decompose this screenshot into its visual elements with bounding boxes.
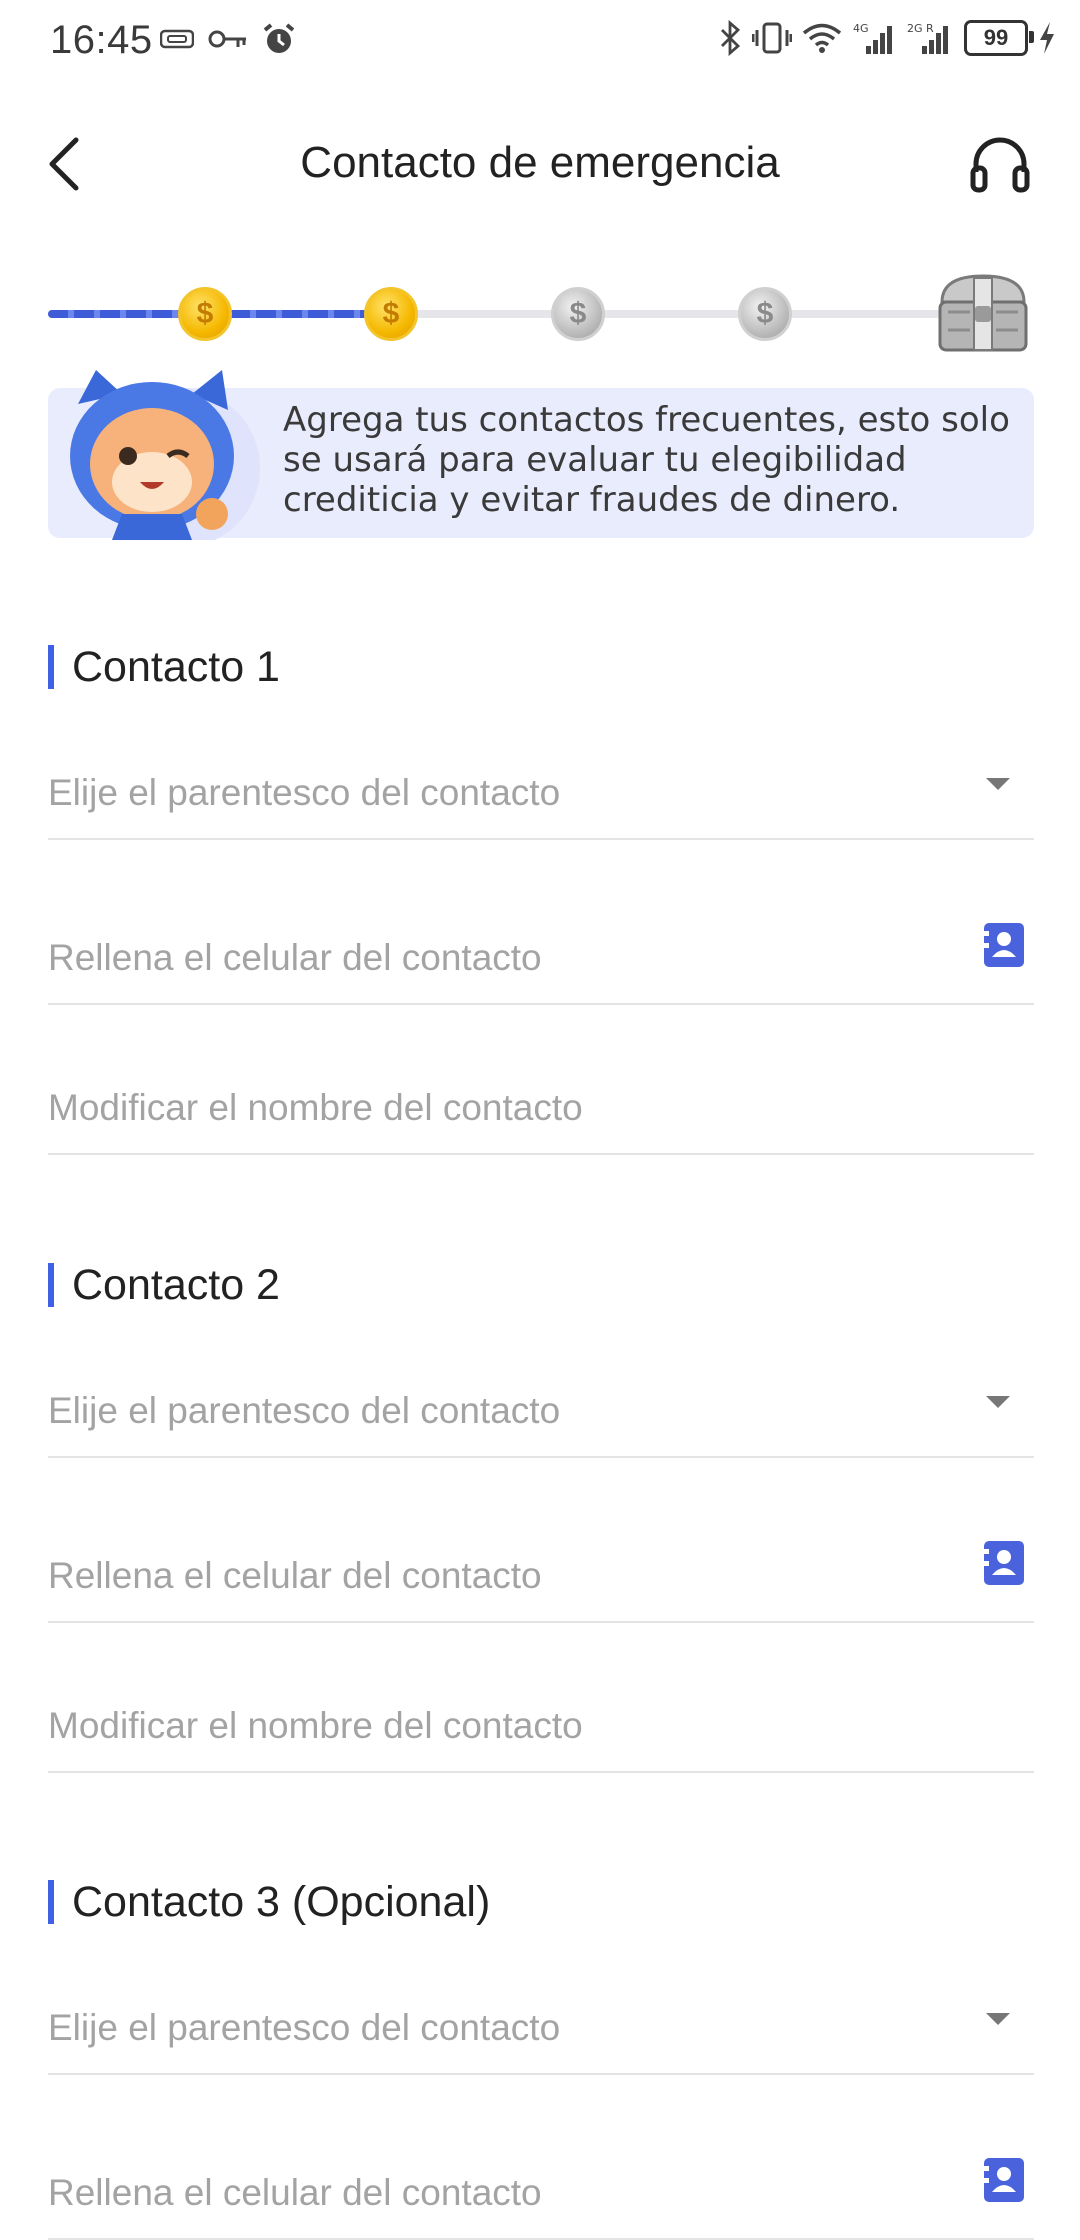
- wifi-icon: [802, 23, 842, 53]
- relationship-placeholder: Elije el parentesco del contacto: [48, 1390, 561, 1431]
- section-title-contacto-3: Contacto 3 (Opcional): [48, 1880, 490, 1924]
- charging-icon: [1040, 22, 1054, 54]
- coin-symbol: $: [569, 297, 587, 330]
- phone-placeholder: Rellena el celular del contacto: [48, 2172, 542, 2213]
- coin-icon: $: [178, 287, 232, 341]
- relationship-placeholder: Elije el parentesco del contacto: [48, 772, 561, 813]
- relationship-select-3[interactable]: Elije el parentesco del contacto: [48, 1965, 1034, 2075]
- battery-indicator: 99: [964, 20, 1034, 56]
- contacts-book-icon[interactable]: [984, 1541, 1024, 1585]
- phone-input-3[interactable]: Rellena el celular del contacto: [48, 2130, 1034, 2240]
- phone-placeholder: Rellena el celular del contacto: [48, 937, 542, 978]
- name-input-2[interactable]: Modificar el nombre del contacto: [48, 1663, 1034, 1773]
- status-left-icons: [160, 22, 296, 56]
- alarm-icon: [263, 23, 295, 53]
- svg-text:4G: 4G: [853, 22, 869, 35]
- status-right-icons: 4G 2G R 99: [718, 20, 1056, 56]
- phone-placeholder: Rellena el celular del contacto: [48, 1555, 542, 1596]
- signal-2g-icon: 2G R: [907, 22, 948, 54]
- relationship-placeholder: Elije el parentesco del contacto: [48, 2007, 561, 2048]
- vibrate-icon: [752, 22, 792, 54]
- treasure-chest-icon: [938, 274, 1028, 352]
- chevron-down-icon: [986, 1396, 1010, 1408]
- coin-icon: $: [364, 287, 418, 341]
- contacts-book-icon[interactable]: [984, 923, 1024, 967]
- bluetooth-icon: [721, 20, 741, 56]
- mascot-icon: [70, 370, 260, 540]
- signal-4g-icon: 4G: [853, 22, 892, 54]
- contacts-book-icon[interactable]: [984, 2158, 1024, 2202]
- page-title: Contacto de emergencia: [300, 138, 780, 187]
- name-placeholder: Modificar el nombre del contacto: [48, 1705, 583, 1746]
- coin-icon: $: [738, 287, 792, 341]
- headset-icon[interactable]: [968, 132, 1032, 196]
- banner-text: Agrega tus contactos frecuentes, esto so…: [283, 400, 1010, 520]
- name-input-1[interactable]: Modificar el nombre del contacto: [48, 1045, 1034, 1155]
- coin-symbol: $: [196, 297, 214, 330]
- status-bar: 16:45 4G 2G R 99: [0, 0, 1080, 84]
- relationship-select-2[interactable]: Elije el parentesco del contacto: [48, 1348, 1034, 1458]
- coin-symbol: $: [382, 297, 400, 330]
- chevron-down-icon: [986, 778, 1010, 790]
- section-title-contacto-2: Contacto 2: [48, 1263, 280, 1307]
- key-icon: [208, 30, 246, 48]
- phone-input-1[interactable]: Rellena el celular del contacto: [48, 895, 1034, 1005]
- relationship-select-1[interactable]: Elije el parentesco del contacto: [48, 730, 1034, 840]
- chevron-down-icon: [986, 2013, 1010, 2025]
- coin-symbol: $: [756, 297, 774, 330]
- phone-input-2[interactable]: Rellena el celular del contacto: [48, 1513, 1034, 1623]
- svg-text:2G R: 2G R: [907, 22, 934, 35]
- name-placeholder: Modificar el nombre del contacto: [48, 1087, 583, 1128]
- sim-card-icon: [160, 29, 194, 49]
- section-title-contacto-1: Contacto 1: [48, 645, 280, 689]
- status-time: 16:45: [50, 18, 153, 62]
- coin-icon: $: [551, 287, 605, 341]
